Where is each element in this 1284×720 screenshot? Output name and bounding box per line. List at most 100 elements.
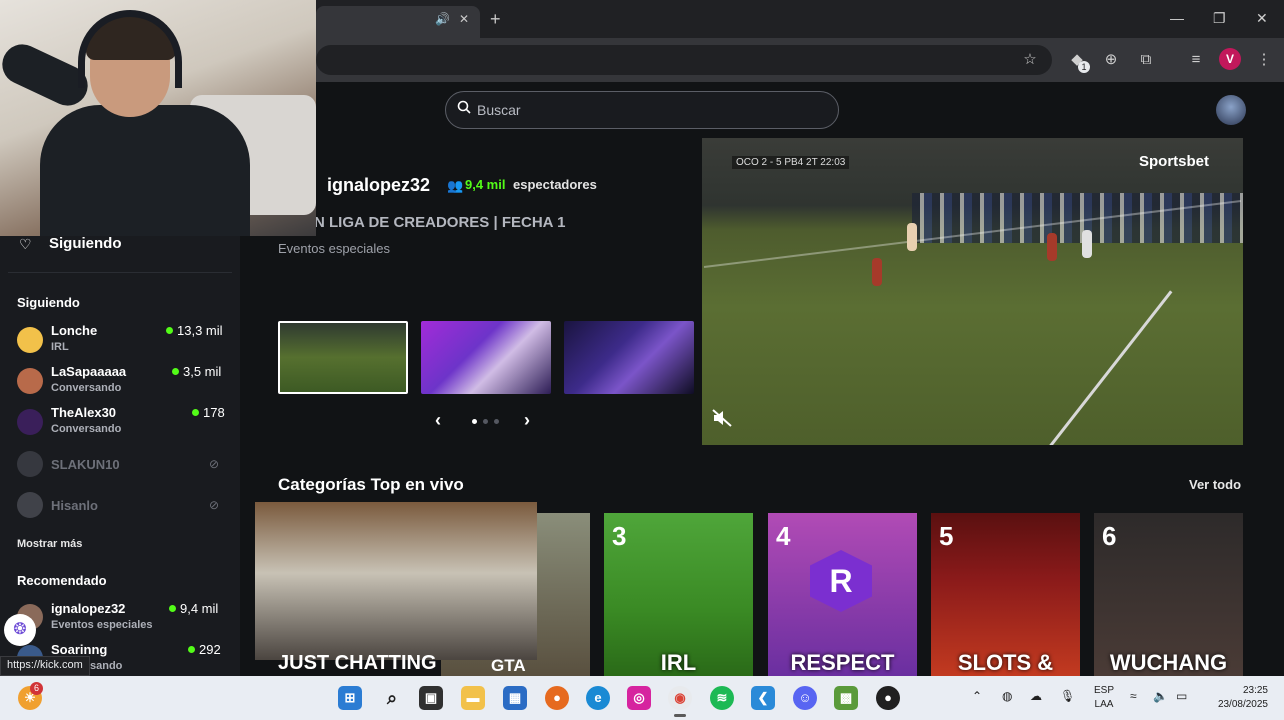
headphones: [78, 10, 182, 88]
carousel-next-button[interactable]: ›: [524, 410, 530, 431]
volume-icon[interactable]: 🔈: [1153, 689, 1168, 703]
avatar: [17, 327, 43, 353]
language-indicator[interactable]: ESP LAA: [1094, 684, 1114, 712]
add-extension-icon[interactable]: ⊕: [1100, 49, 1122, 71]
profile-avatar[interactable]: V: [1219, 48, 1241, 70]
following-header: Siguiendo: [17, 295, 80, 310]
address-bar[interactable]: [316, 45, 1052, 75]
browser-tab[interactable]: [316, 6, 480, 38]
channel-name: TheAlex30: [51, 405, 117, 420]
floating-extension-icon[interactable]: ❂: [4, 614, 36, 646]
sidebar-nav-following[interactable]: Siguiendo: [49, 235, 122, 252]
recommended-header: Recomendado: [17, 573, 107, 588]
featured-streamer-name[interactable]: ignalopez32: [327, 175, 430, 196]
player-figure: [872, 258, 882, 286]
category-label: WUCHANG: [1109, 650, 1228, 675]
new-tab-button[interactable]: +: [490, 9, 501, 30]
category-card-3[interactable]: 3 IRL: [604, 513, 753, 676]
player-figure: [1047, 233, 1057, 261]
microphone-icon[interactable]: 🎙: [1060, 689, 1075, 703]
task-view-icon[interactable]: ▣: [419, 686, 443, 710]
file-explorer-icon[interactable]: ▬: [461, 686, 485, 710]
spotify-icon[interactable]: ≋: [710, 686, 734, 710]
minecraft-icon[interactable]: ▩: [834, 686, 858, 710]
person-body: [40, 105, 250, 236]
channel-name: LaSapaaaaa: [51, 364, 127, 379]
wifi-icon[interactable]: ≈: [1130, 689, 1137, 703]
avatar: [17, 492, 43, 518]
tab-audio-icon[interactable]: 🔊: [435, 12, 450, 26]
cloud-icon[interactable]: ☁: [1030, 689, 1042, 703]
live-dot-icon: [192, 409, 199, 416]
channel-name: SLAKUN10: [51, 457, 120, 472]
featured-stream-title: N LIGA DE CREADORES | FECHA 1: [314, 214, 566, 231]
category-rank: 5: [939, 521, 954, 551]
search-placeholder: Buscar: [477, 102, 521, 118]
show-more-link[interactable]: Mostrar más: [17, 538, 82, 550]
edge-icon[interactable]: e: [586, 686, 610, 710]
minimize-icon[interactable]: —: [1170, 10, 1184, 26]
featured-category[interactable]: Eventos especiales: [278, 241, 390, 256]
discord-icon[interactable]: ☺: [793, 686, 817, 710]
viewer-count: 13,3 mil: [177, 323, 223, 338]
channel-category: IRL: [51, 341, 69, 353]
category-label: JUST CHATTING: [278, 652, 437, 674]
offline-icon: ⊘: [209, 457, 220, 471]
category-card-5[interactable]: 5 SLOTS &: [931, 513, 1080, 676]
clock[interactable]: 23:25 23/08/2025: [1204, 684, 1268, 712]
avatar: [17, 368, 43, 394]
channel-category: Conversando: [51, 382, 122, 394]
carousel-thumbnail-3[interactable]: [564, 321, 694, 394]
start-icon[interactable]: ⊞: [338, 686, 362, 710]
extensions-puzzle-icon[interactable]: ⧉: [1135, 49, 1157, 71]
category-card-hover-preview[interactable]: [255, 502, 537, 660]
chrome-icon[interactable]: ◉: [668, 686, 692, 710]
divider: [8, 272, 232, 273]
category-rank: 6: [1102, 521, 1117, 551]
carousel-dot[interactable]: [483, 419, 488, 424]
category-rank: 4: [776, 521, 791, 551]
viewer-count: 3,5 mil: [183, 364, 222, 379]
channel-category: Conversando: [51, 423, 122, 435]
firefox-icon[interactable]: ●: [545, 686, 569, 710]
carousel-prev-button[interactable]: ‹: [435, 410, 441, 431]
tab-close-icon[interactable]: ✕: [459, 12, 469, 26]
search-icon: [457, 100, 471, 114]
category-rank: 3: [612, 521, 627, 551]
tray-app-icon[interactable]: ◍: [1002, 689, 1012, 703]
app-icon[interactable]: ●: [876, 686, 900, 710]
battery-icon[interactable]: ▭: [1176, 689, 1187, 703]
store-icon[interactable]: ▦: [503, 686, 527, 710]
carousel-dot[interactable]: [494, 419, 499, 424]
status-url: https://kick.com: [0, 656, 90, 676]
vscode-icon[interactable]: ❮: [751, 686, 775, 710]
viewer-count: 292: [199, 642, 221, 657]
instagram-icon[interactable]: ◎: [627, 686, 651, 710]
notification-badge: 6: [30, 682, 43, 695]
webcam-overlay: [0, 0, 316, 236]
tray-overflow-icon[interactable]: ⌃: [972, 689, 982, 703]
carousel-dot[interactable]: [472, 419, 477, 424]
carousel-thumbnail-2[interactable]: [421, 321, 551, 394]
category-card-6[interactable]: 6 WUCHANG: [1094, 513, 1243, 676]
restore-icon[interactable]: ❐: [1213, 10, 1226, 27]
category-label: SLOTS &: [957, 650, 1054, 675]
channel-name: Hisanlo: [51, 498, 98, 513]
bookmark-star-icon[interactable]: ☆: [1019, 49, 1041, 71]
category-label: GTA: [491, 656, 526, 675]
viewers-icon: 👥: [447, 178, 464, 193]
mute-icon[interactable]: [711, 407, 733, 429]
user-avatar[interactable]: [1216, 95, 1246, 125]
active-app-indicator: [674, 714, 686, 717]
channel-name: ignalopez32: [51, 601, 126, 616]
media-control-icon[interactable]: ≡: [1185, 49, 1207, 71]
viewer-count: 178: [203, 405, 225, 420]
menu-kebab-icon[interactable]: ⋮: [1253, 49, 1275, 71]
featured-video-player[interactable]: [702, 138, 1243, 445]
window-close-icon[interactable]: ✕: [1256, 10, 1268, 27]
search-icon[interactable]: ⌕: [380, 686, 404, 710]
carousel-thumbnail-1[interactable]: [278, 321, 408, 394]
heart-icon: ♡: [19, 236, 32, 252]
category-label: IRL: [660, 650, 697, 675]
see-all-link[interactable]: Ver todo: [1189, 477, 1241, 492]
